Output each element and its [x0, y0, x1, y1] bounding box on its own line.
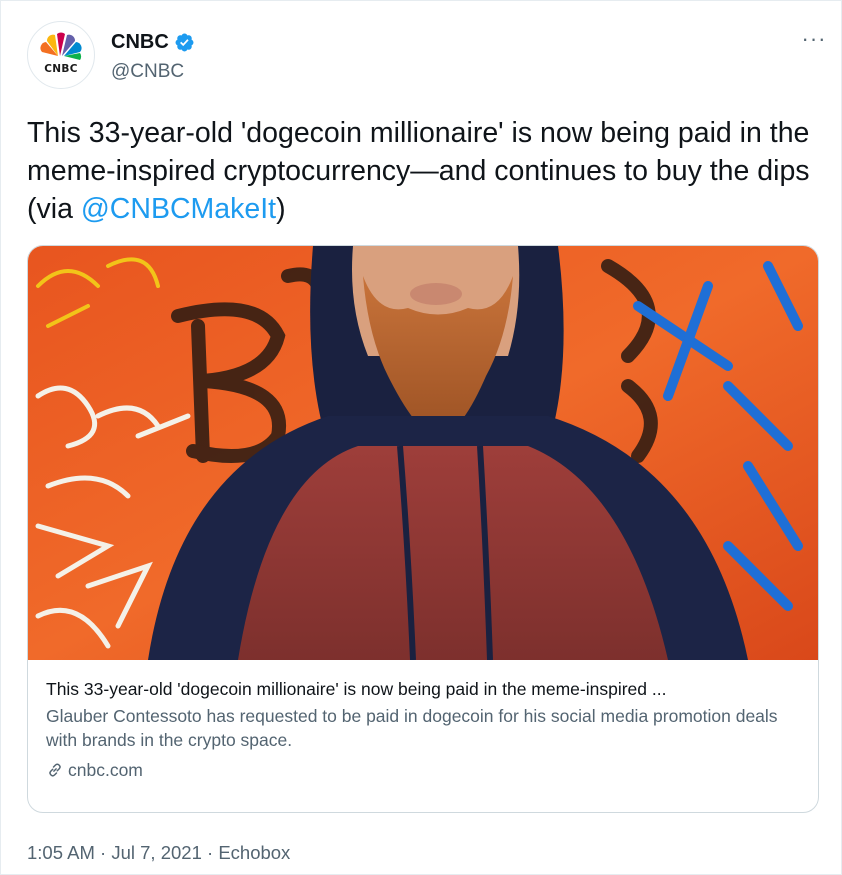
card-domain[interactable]: cnbc.com	[68, 758, 143, 782]
nbc-peacock-logo-icon	[40, 32, 82, 60]
mention-link[interactable]: @CNBCMakeIt	[81, 193, 276, 225]
card-description: Glauber Contessoto has requested to be p…	[46, 706, 778, 750]
verified-badge-icon	[175, 33, 194, 51]
tweet-date[interactable]: Jul 7, 2021	[111, 842, 202, 863]
meta-separator: ·	[94, 842, 112, 863]
tweet-container: CNBC CNBC @CNBC ··· This 33-year-old 'do…	[0, 0, 842, 875]
card-title[interactable]: This 33-year-old 'dogecoin millionaire' …	[46, 678, 806, 700]
tweet-source[interactable]: Echobox	[218, 842, 290, 863]
link-icon	[49, 763, 61, 777]
tweet-text-end: )	[276, 193, 286, 225]
author-handle[interactable]: @CNBC	[111, 61, 184, 83]
tweet-text: This 33-year-old 'dogecoin millionaire' …	[27, 114, 817, 228]
tweet-time[interactable]: 1:05 AM	[27, 842, 95, 863]
tweet-meta: 1:05 AM · Jul 7, 2021 · Echobox	[27, 842, 290, 864]
meta-separator: ·	[201, 842, 219, 863]
more-options-icon[interactable]: ···	[799, 28, 829, 51]
author-display-name[interactable]: CNBC	[111, 31, 169, 54]
card-domain-row: cnbc.com	[46, 758, 806, 782]
card-photo	[28, 246, 818, 660]
card-body: This 33-year-old 'dogecoin millionaire' …	[46, 678, 806, 782]
avatar[interactable]: CNBC	[27, 21, 95, 89]
tweet-header: CNBC CNBC @CNBC ···	[27, 21, 825, 91]
card-image[interactable]	[28, 246, 818, 660]
link-card[interactable]: This 33-year-old 'dogecoin millionaire' …	[27, 245, 819, 813]
author-name-row: CNBC	[111, 29, 195, 55]
avatar-wordmark: CNBC	[44, 63, 78, 75]
